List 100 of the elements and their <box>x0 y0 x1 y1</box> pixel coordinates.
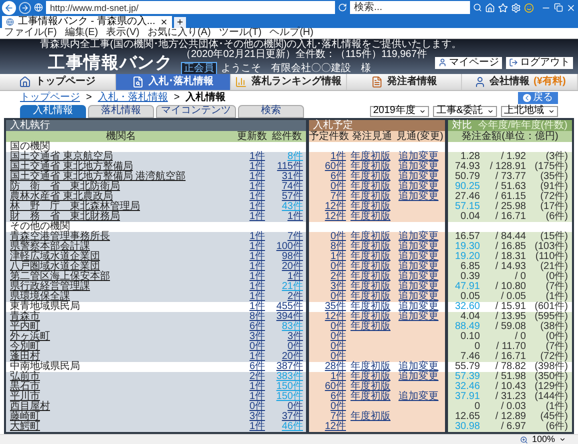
update-count-link[interactable]: 1件 <box>236 262 268 272</box>
forward-button[interactable] <box>19 2 31 14</box>
agency-link[interactable]: 県行政経営管理課 <box>6 282 236 292</box>
menu-item[interactable]: 編集(E) <box>64 28 98 38</box>
agency-link[interactable]: 農林水産省 東北農政局 <box>6 192 236 202</box>
total-count-link[interactable]: 98件 <box>268 252 306 262</box>
update-count-link[interactable]: 2件 <box>236 372 268 382</box>
menu-item[interactable]: ヘルプ(H) <box>270 28 314 38</box>
update-count-link[interactable]: 1件 <box>236 232 268 242</box>
total-count-link[interactable]: 455件 <box>268 302 306 312</box>
total-count-link[interactable]: 394件 <box>268 312 306 322</box>
outlook-change-link[interactable]: 追加変更 <box>395 292 445 302</box>
menu-item[interactable]: お気に入り(A) <box>147 28 211 38</box>
content-tab[interactable]: 検索 <box>238 104 304 118</box>
outlook-link[interactable]: 年度初版 <box>349 392 395 402</box>
outlook-change-link[interactable]: 追加変更 <box>395 192 445 202</box>
total-count-link[interactable]: 20件 <box>268 262 306 272</box>
planned-count-link[interactable]: 0件 <box>309 342 349 352</box>
breadcrumb-link[interactable]: トップページ <box>20 93 80 104</box>
planned-count-link[interactable]: 6件 <box>309 392 349 402</box>
mypage-button[interactable]: マイページ <box>434 56 502 69</box>
outlook-change-link[interactable]: 追加変更 <box>395 232 445 242</box>
outlook-link[interactable]: 年度初版 <box>349 322 395 332</box>
planned-count-link[interactable]: 60件 <box>309 382 349 392</box>
update-count-link[interactable]: 1件 <box>236 192 268 202</box>
outlook-change-link[interactable]: 追加変更 <box>395 362 445 372</box>
update-count-link[interactable]: 1件 <box>236 172 268 182</box>
agency-link[interactable]: 第二管区海上保安本部 <box>6 272 236 282</box>
outlook-change-link[interactable]: 追加変更 <box>395 302 445 312</box>
back-button[interactable]: 戻る <box>518 92 558 104</box>
planned-count-link[interactable]: 60件 <box>309 162 349 172</box>
total-count-link[interactable]: 1件 <box>268 212 306 222</box>
nav-tab[interactable]: 落札ランキング情報 <box>231 74 347 90</box>
outlook-link[interactable]: 年度初版 <box>349 152 395 162</box>
planned-count-link[interactable]: 7件 <box>309 412 349 422</box>
total-count-link[interactable]: 115件 <box>268 162 306 172</box>
outlook-change-link[interactable]: 追加変更 <box>395 252 445 262</box>
outlook-link[interactable]: 年度初版 <box>349 182 395 192</box>
planned-count-link[interactable]: 6件 <box>309 172 349 182</box>
agency-link[interactable]: 林 野 庁 東北森林管理局 <box>6 202 236 212</box>
update-count-link[interactable]: 6件 <box>236 322 268 332</box>
agency-link[interactable]: 平川市 <box>6 392 236 402</box>
update-count-link[interactable]: 1件 <box>236 242 268 252</box>
planned-count-link[interactable]: 0件 <box>309 292 349 302</box>
total-count-link[interactable]: 2件 <box>268 292 306 302</box>
outlook-link[interactable]: 年度初版 <box>349 232 395 242</box>
agency-link[interactable]: 国土交通省 東京航空局 <box>6 152 236 162</box>
menu-item[interactable]: ツール(T) <box>218 28 262 38</box>
search-icon[interactable] <box>473 3 482 12</box>
outlook-link[interactable]: 年度初版 <box>349 212 395 222</box>
update-count-link[interactable]: 1件 <box>236 382 268 392</box>
total-count-link[interactable]: 0件 <box>268 342 306 352</box>
outlook-change-link[interactable]: 追加変更 <box>395 242 445 252</box>
menu-item[interactable]: 表示(V) <box>106 28 140 38</box>
outlook-change-link[interactable]: 追加変更 <box>395 162 445 172</box>
update-count-link[interactable]: 0件 <box>236 402 268 412</box>
update-count-link[interactable]: 1件 <box>236 182 268 192</box>
agency-link[interactable]: 大鰐町 <box>6 422 236 432</box>
agency-link[interactable]: 国土交通省 東北地方整備局 <box>6 162 236 172</box>
update-count-link[interactable]: 3件 <box>236 412 268 422</box>
agency-link[interactable]: 県警察本部会計課 <box>6 242 236 252</box>
total-count-link[interactable]: 57件 <box>268 192 306 202</box>
breadcrumb-link[interactable]: 入札・落札情報 <box>98 93 168 104</box>
outlook-link[interactable]: 年度初版 <box>349 412 395 422</box>
star-icon[interactable] <box>498 2 508 13</box>
outlook-link[interactable]: 年度初版 <box>349 282 395 292</box>
planned-count-link[interactable]: 12件 <box>309 312 349 322</box>
logout-button[interactable]: ログアウト <box>506 56 573 69</box>
content-tab[interactable]: 落札情報 <box>88 104 154 118</box>
planned-count-link[interactable]: 8件 <box>309 242 349 252</box>
planned-count-link[interactable]: 0件 <box>309 332 349 342</box>
new-tab-button[interactable] <box>174 16 186 28</box>
content-tab[interactable]: マイコンテンツ <box>156 104 236 118</box>
caret-icon[interactable] <box>559 436 566 443</box>
agency-link[interactable]: 青森市 <box>6 312 236 322</box>
menu-item[interactable]: ファイル(F) <box>4 28 57 38</box>
smiley-icon[interactable] <box>524 2 534 13</box>
outlook-change-link[interactable]: 追加変更 <box>395 182 445 192</box>
total-count-link[interactable]: 100件 <box>268 242 306 252</box>
nav-tab[interactable]: 会社情報 (¥有料) <box>462 74 578 90</box>
filter-dropdown[interactable]: 2019年度 <box>370 106 430 117</box>
update-count-link[interactable]: 1件 <box>236 202 268 212</box>
total-count-link[interactable]: 1件 <box>268 272 306 282</box>
outlook-change-link[interactable]: 追加変更 <box>395 272 445 282</box>
planned-count-link[interactable]: 0件 <box>309 402 349 412</box>
update-count-link[interactable]: 1件 <box>236 212 268 222</box>
total-count-link[interactable]: 3件 <box>268 332 306 342</box>
total-count-link[interactable]: 20件 <box>268 352 306 362</box>
content-tab[interactable]: 入札情報 <box>20 104 86 118</box>
nav-tab[interactable]: 入札･落札情報 <box>116 74 232 90</box>
total-count-link[interactable]: 37件 <box>268 412 306 422</box>
planned-count-link[interactable]: 3件 <box>309 282 349 292</box>
agency-link[interactable]: 藤崎町 <box>6 412 236 422</box>
agency-link[interactable]: 防 衛 省 東北防衛局 <box>6 182 236 192</box>
planned-count-link[interactable]: 0件 <box>309 232 349 242</box>
outlook-link[interactable]: 年度初版 <box>349 382 395 392</box>
agency-link[interactable]: 弘前市 <box>6 372 236 382</box>
total-count-link[interactable]: 387件 <box>268 362 306 372</box>
outlook-link[interactable]: 年度初版 <box>349 192 395 202</box>
outlook-link[interactable]: 年度初版 <box>349 202 395 212</box>
